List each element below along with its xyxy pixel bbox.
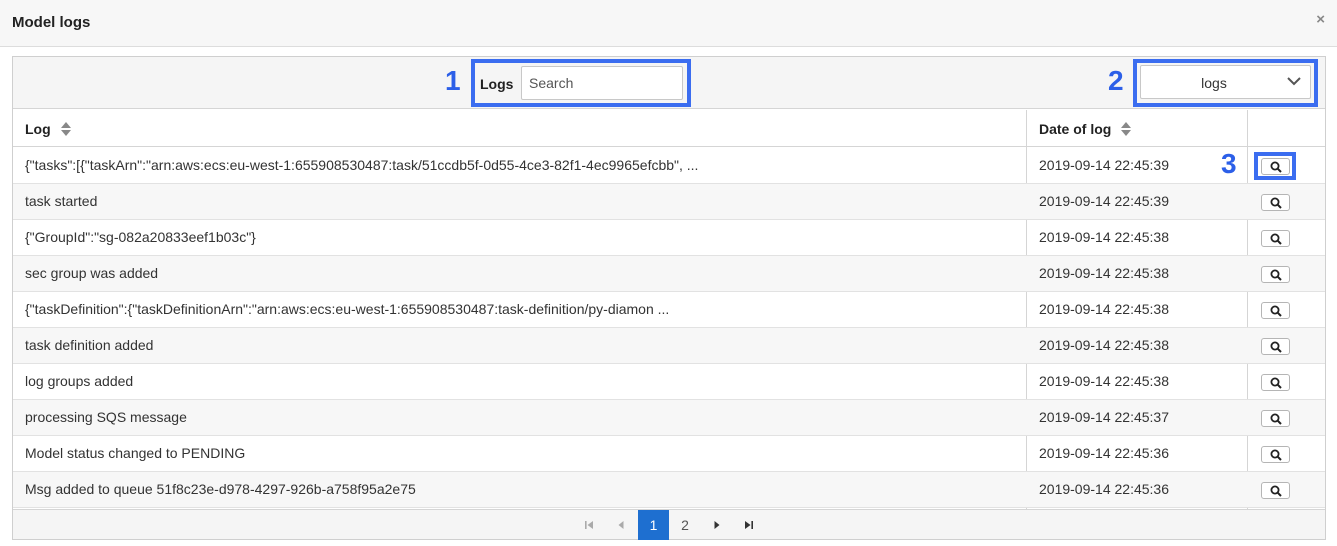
date-cell: 2019-09-14 22:45:38 <box>1039 265 1169 281</box>
view-log-button[interactable] <box>1261 266 1290 283</box>
table-row: log groups added 2019-09-14 22:45:38 <box>13 364 1325 400</box>
log-cell: task started <box>25 193 98 209</box>
view-log-button[interactable] <box>1261 482 1290 499</box>
view-log-button[interactable] <box>1261 446 1290 463</box>
grid-toolbar: 1 Logs 2 logs <box>13 57 1325 109</box>
table-row: Msg added to queue 51f8c23e-d978-4297-92… <box>13 472 1325 508</box>
table-row: processing SQS message 2019-09-14 22:45:… <box>13 400 1325 436</box>
log-cell: {"tasks":[{"taskArn":"arn:aws:ecs:eu-wes… <box>25 157 699 173</box>
date-cell: 2019-09-14 22:45:39 <box>1039 193 1169 209</box>
date-cell: 2019-09-14 22:45:36 <box>1039 445 1169 461</box>
first-page-icon <box>585 521 593 529</box>
column-header-log-label: Log <box>25 121 51 137</box>
view-log-button[interactable] <box>1261 302 1290 319</box>
log-cell: task definition added <box>25 337 154 353</box>
next-page-icon <box>714 521 720 529</box>
page-1-button[interactable]: 1 <box>638 510 669 540</box>
modal-header: Model logs × <box>0 0 1337 47</box>
date-cell: 2019-09-14 22:45:38 <box>1039 337 1169 353</box>
date-cell: 2019-09-14 22:45:37 <box>1039 409 1169 425</box>
table-row: {"tasks":[{"taskArn":"arn:aws:ecs:eu-wes… <box>13 148 1325 184</box>
log-cell: log groups added <box>25 373 134 389</box>
magnifier-icon <box>1270 305 1282 317</box>
table-row: task definition added 2019-09-14 22:45:3… <box>13 328 1325 364</box>
table-row: task started 2019-09-14 22:45:39 <box>13 184 1325 220</box>
log-type-select[interactable]: logs <box>1140 65 1311 99</box>
magnifier-icon <box>1270 485 1282 497</box>
annotation-label-3: 3 <box>1221 148 1237 179</box>
log-type-select-value: logs <box>1201 75 1227 91</box>
magnifier-icon <box>1270 269 1282 281</box>
column-header-date-label: Date of log <box>1039 121 1112 137</box>
last-page-button[interactable] <box>735 510 763 540</box>
date-cell: 2019-09-14 22:45:38 <box>1039 373 1169 389</box>
logs-grid: 1 Logs 2 logs Log Date of log <box>12 56 1326 540</box>
column-header-date[interactable]: Date of log <box>1027 110 1247 147</box>
annotation-box-3 <box>1254 152 1296 180</box>
view-log-button[interactable] <box>1261 410 1290 427</box>
annotation-label-1: 1 <box>445 65 461 96</box>
log-cell: sec group was added <box>25 265 159 281</box>
prev-page-icon <box>618 521 624 529</box>
magnifier-icon <box>1270 413 1282 425</box>
search-input[interactable] <box>521 66 683 100</box>
table-row: {"GroupId":"sg-082a20833eef1b03c"} 2019-… <box>13 220 1325 256</box>
view-log-button[interactable] <box>1261 194 1290 211</box>
date-cell: 2019-09-14 22:45:36 <box>1039 481 1169 497</box>
view-log-button[interactable] <box>1261 374 1290 391</box>
log-cell: Model status changed to PENDING <box>25 445 246 461</box>
next-page-button[interactable] <box>703 510 731 540</box>
chevron-down-icon <box>1287 77 1301 86</box>
column-header-log[interactable]: Log <box>13 110 1026 147</box>
table-row: Model status changed to PENDING 2019-09-… <box>13 436 1325 472</box>
page-2-button[interactable]: 2 <box>671 510 699 540</box>
sort-icon <box>60 121 71 136</box>
view-log-button[interactable] <box>1261 230 1290 247</box>
table-header: Log Date of log <box>13 110 1325 147</box>
annotation-label-2: 2 <box>1108 65 1124 96</box>
log-cell: Msg added to queue 51f8c23e-d978-4297-92… <box>25 481 416 497</box>
prev-page-button[interactable] <box>607 510 635 540</box>
close-icon[interactable]: × <box>1316 11 1325 28</box>
magnifier-icon <box>1270 233 1282 245</box>
table-row: sec group was added 2019-09-14 22:45:38 <box>13 256 1325 292</box>
last-page-icon <box>745 521 753 529</box>
date-cell: 2019-09-14 22:45:38 <box>1039 301 1169 317</box>
pagination-bar: 1 2 <box>13 509 1325 540</box>
log-cell: {"taskDefinition":{"taskDefinitionArn":"… <box>25 301 670 317</box>
magnifier-icon <box>1270 449 1282 461</box>
log-cell: {"GroupId":"sg-082a20833eef1b03c"} <box>25 229 256 245</box>
table-row: {"taskDefinition":{"taskDefinitionArn":"… <box>13 292 1325 328</box>
magnifier-icon <box>1270 377 1282 389</box>
magnifier-icon <box>1270 197 1282 209</box>
sort-icon <box>1121 121 1132 136</box>
date-cell: 2019-09-14 22:45:39 <box>1039 157 1169 173</box>
modal-title: Model logs <box>12 14 91 31</box>
log-cell: processing SQS message <box>25 409 187 425</box>
magnifier-icon <box>1270 341 1282 353</box>
view-log-button[interactable] <box>1261 338 1290 355</box>
search-label: Logs <box>480 76 514 92</box>
date-cell: 2019-09-14 22:45:38 <box>1039 229 1169 245</box>
first-page-button[interactable] <box>575 510 603 540</box>
